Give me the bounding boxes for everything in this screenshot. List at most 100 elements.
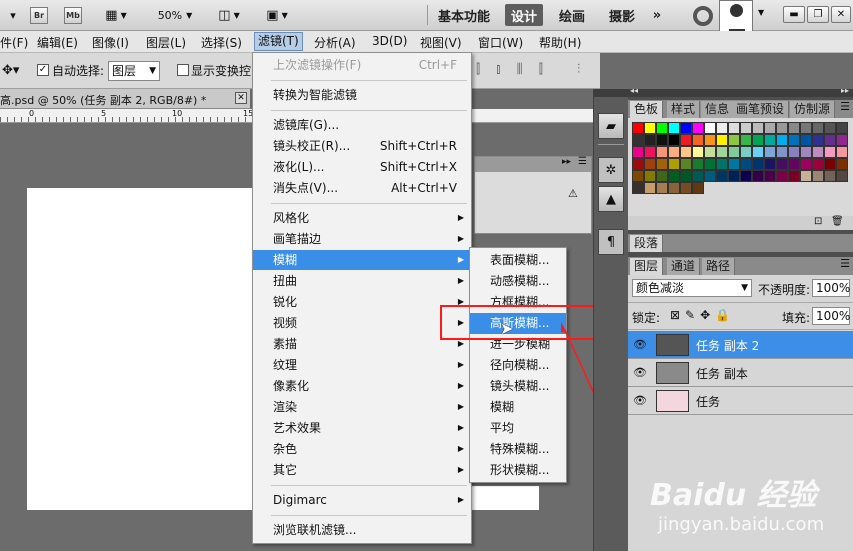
color-swatch[interactable]: [632, 158, 644, 170]
color-swatch[interactable]: [740, 170, 752, 182]
color-swatch[interactable]: [788, 134, 800, 146]
visibility-eye-icon[interactable]: 👁: [633, 338, 647, 351]
color-swatch[interactable]: [728, 170, 740, 182]
color-swatch[interactable]: [824, 146, 836, 158]
color-swatch[interactable]: [644, 122, 656, 134]
color-swatch[interactable]: [680, 182, 692, 194]
color-swatch[interactable]: [656, 134, 668, 146]
paragraph-panel-icon[interactable]: ¶: [598, 229, 624, 255]
color-swatch[interactable]: [836, 146, 848, 158]
histogram-panel-icon[interactable]: ▲: [598, 186, 624, 212]
color-swatch[interactable]: [812, 134, 824, 146]
color-swatch[interactable]: [668, 170, 680, 182]
color-swatch[interactable]: [656, 170, 668, 182]
color-swatch[interactable]: [632, 182, 644, 194]
panel-menu-icon[interactable]: ☰: [840, 100, 850, 113]
visibility-eye-icon[interactable]: 👁: [633, 366, 647, 379]
color-swatch[interactable]: [668, 182, 680, 194]
color-swatch[interactable]: [692, 146, 704, 158]
color-swatch[interactable]: [704, 134, 716, 146]
opacity-field[interactable]: 100%: [812, 279, 850, 297]
color-swatch[interactable]: [752, 170, 764, 182]
color-swatch[interactable]: [704, 146, 716, 158]
color-swatch[interactable]: [824, 170, 836, 182]
tab-styles[interactable]: 样式: [667, 101, 701, 118]
color-swatch[interactable]: [680, 158, 692, 170]
color-swatch[interactable]: [836, 170, 848, 182]
color-swatch[interactable]: [704, 122, 716, 134]
lock-options-icons[interactable]: ⊠✎✥🔒: [670, 308, 735, 322]
color-swatch[interactable]: [812, 170, 824, 182]
color-swatch[interactable]: [692, 158, 704, 170]
color-swatch[interactable]: [800, 122, 812, 134]
color-swatch[interactable]: [752, 122, 764, 134]
color-swatch[interactable]: [716, 146, 728, 158]
color-swatch[interactable]: [656, 122, 668, 134]
color-swatch[interactable]: [776, 122, 788, 134]
expand-icon[interactable]: ▸▸: [841, 86, 849, 95]
color-swatch[interactable]: [680, 146, 692, 158]
blend-mode-dropdown[interactable]: 颜色减淡 ▼: [632, 279, 752, 297]
color-swatch[interactable]: [656, 146, 668, 158]
color-swatch[interactable]: [680, 134, 692, 146]
color-swatch[interactable]: [644, 170, 656, 182]
color-swatch[interactable]: [704, 158, 716, 170]
color-swatch[interactable]: [716, 122, 728, 134]
color-swatch[interactable]: [764, 134, 776, 146]
color-swatch[interactable]: [692, 182, 704, 194]
new-swatch-icon[interactable]: ⊡: [814, 216, 822, 227]
color-swatch[interactable]: [728, 158, 740, 170]
color-swatch[interactable]: [668, 122, 680, 134]
color-swatch[interactable]: [824, 158, 836, 170]
color-swatch[interactable]: [740, 122, 752, 134]
color-swatch[interactable]: [752, 158, 764, 170]
color-swatch[interactable]: [752, 134, 764, 146]
color-swatch[interactable]: [788, 122, 800, 134]
trash-icon[interactable]: 🗑: [831, 216, 844, 227]
color-swatch[interactable]: [836, 134, 848, 146]
color-swatch[interactable]: [788, 170, 800, 182]
layer-row[interactable]: 👁 任务 副本 2: [628, 331, 853, 359]
color-swatch[interactable]: [692, 122, 704, 134]
color-swatch[interactable]: [740, 146, 752, 158]
color-swatch[interactable]: [644, 182, 656, 194]
color-swatch[interactable]: [788, 158, 800, 170]
color-swatch[interactable]: [764, 122, 776, 134]
color-swatch[interactable]: [728, 134, 740, 146]
tab-paragraph[interactable]: 段落: [630, 235, 664, 252]
panel-menu-icon[interactable]: ☰: [840, 257, 850, 270]
color-swatch[interactable]: [704, 170, 716, 182]
color-swatch[interactable]: [740, 158, 752, 170]
color-swatch[interactable]: [644, 158, 656, 170]
color-swatch[interactable]: [776, 170, 788, 182]
color-swatch[interactable]: [632, 134, 644, 146]
color-swatch[interactable]: [812, 122, 824, 134]
color-swatch[interactable]: [632, 122, 644, 134]
color-swatch[interactable]: [764, 146, 776, 158]
color-swatch[interactable]: [728, 122, 740, 134]
color-swatch[interactable]: [800, 146, 812, 158]
color-swatch[interactable]: [716, 158, 728, 170]
color-swatch[interactable]: [788, 146, 800, 158]
color-swatch[interactable]: [812, 146, 824, 158]
color-swatch[interactable]: [632, 146, 644, 158]
navigator-panel-icon[interactable]: ▰: [598, 113, 624, 139]
tab-clone-source[interactable]: 仿制源: [790, 101, 836, 118]
color-swatch[interactable]: [692, 134, 704, 146]
collapse-icon[interactable]: ◂◂: [630, 86, 638, 95]
color-swatch[interactable]: [740, 134, 752, 146]
fill-field[interactable]: 100%: [812, 307, 850, 325]
color-swatch[interactable]: [836, 122, 848, 134]
color-swatch[interactable]: [668, 158, 680, 170]
color-swatch[interactable]: [824, 134, 836, 146]
color-swatch[interactable]: [800, 170, 812, 182]
color-swatch[interactable]: [776, 146, 788, 158]
tab-swatches[interactable]: 色板: [630, 101, 664, 118]
color-swatch[interactable]: [812, 158, 824, 170]
color-swatch[interactable]: [752, 146, 764, 158]
tab-info[interactable]: 信息: [701, 101, 735, 118]
color-swatch[interactable]: [776, 134, 788, 146]
color-swatch[interactable]: [824, 122, 836, 134]
color-swatch[interactable]: [656, 158, 668, 170]
color-swatch[interactable]: [692, 170, 704, 182]
